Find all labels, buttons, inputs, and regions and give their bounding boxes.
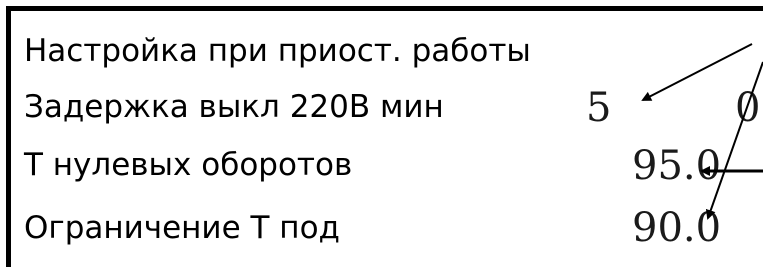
arrow-to-delay-value: [641, 43, 753, 101]
lcd-screen: Настройка при приост. работы Задержка вы…: [0, 0, 763, 267]
arrow-to-limit-value: [705, 61, 763, 220]
annotation-arrows: [641, 43, 763, 220]
